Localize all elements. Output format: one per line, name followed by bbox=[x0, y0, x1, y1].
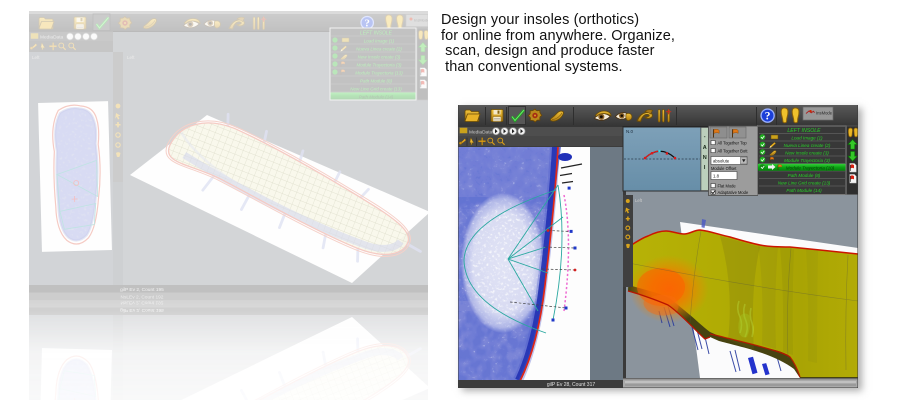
svg-text:N.0: N.0 bbox=[626, 129, 634, 134]
svg-text:Module Offset: Module Offset bbox=[711, 166, 737, 171]
svg-text:Nueva Linea create (2): Nueva Linea create (2) bbox=[356, 47, 402, 52]
svg-text:Path Module (14): Path Module (14) bbox=[786, 188, 822, 193]
svg-text:gilP Ev 2, Count 195: gilP Ev 2, Count 195 bbox=[120, 287, 164, 293]
svg-text:Load Image (1): Load Image (1) bbox=[364, 39, 395, 44]
svg-text:Path Module (14): Path Module (14) bbox=[359, 95, 394, 100]
svg-text:MediaData: MediaData bbox=[469, 129, 493, 135]
svg-text:Nueva Linea create (2): Nueva Linea create (2) bbox=[784, 143, 831, 148]
svg-text:LEFT INSOLE: LEFT INSOLE bbox=[360, 31, 393, 37]
svg-text:Module Trayectoria (3): Module Trayectoria (3) bbox=[784, 158, 830, 163]
svg-text:Left: Left bbox=[32, 55, 40, 60]
svg-text:Path Module (8): Path Module (8) bbox=[360, 79, 393, 84]
svg-text:New Insole create (3): New Insole create (3) bbox=[358, 55, 401, 60]
svg-text:Path Module (8): Path Module (8) bbox=[788, 173, 821, 178]
svg-text:Left: Left bbox=[635, 198, 643, 203]
svg-text:1.8: 1.8 bbox=[713, 174, 720, 179]
svg-text:MediaData: MediaData bbox=[40, 35, 64, 41]
svg-text:Left: Left bbox=[127, 55, 135, 60]
svg-text:New Line Grid create (13): New Line Grid create (13) bbox=[778, 181, 831, 186]
svg-text:Module Trayectoria (3): Module Trayectoria (3) bbox=[357, 63, 402, 68]
svg-text:InsMode: InsMode bbox=[414, 18, 428, 23]
svg-text:absolute: absolute bbox=[713, 159, 730, 164]
svg-text:Module Trayectoria (13): Module Trayectoria (13) bbox=[355, 71, 403, 76]
svg-text:Load Image (1): Load Image (1) bbox=[791, 136, 823, 141]
svg-text:All Together Bott: All Together Bott bbox=[718, 149, 749, 154]
svg-text:Flat Mode: Flat Mode bbox=[718, 184, 737, 189]
svg-text:InsMode: InsMode bbox=[816, 111, 833, 116]
svg-text:N: N bbox=[703, 155, 707, 161]
svg-text:New Insole create (3): New Insole create (3) bbox=[785, 151, 829, 156]
svg-text:A: A bbox=[703, 145, 707, 151]
svg-text:LEFT INSOLE: LEFT INSOLE bbox=[787, 128, 821, 134]
svg-text:gilP Ev 28, Count 317: gilP Ev 28, Count 317 bbox=[547, 382, 595, 388]
svg-text:All Together Top: All Together Top bbox=[718, 141, 748, 146]
svg-text:-: - bbox=[704, 134, 706, 140]
svg-text:New Line Grid create (13): New Line Grid create (13) bbox=[350, 87, 402, 92]
svg-text:Module Trayectoria (10): Module Trayectoria (10) bbox=[786, 166, 835, 171]
svg-text:Adaptative Mode: Adaptative Mode bbox=[718, 190, 749, 195]
